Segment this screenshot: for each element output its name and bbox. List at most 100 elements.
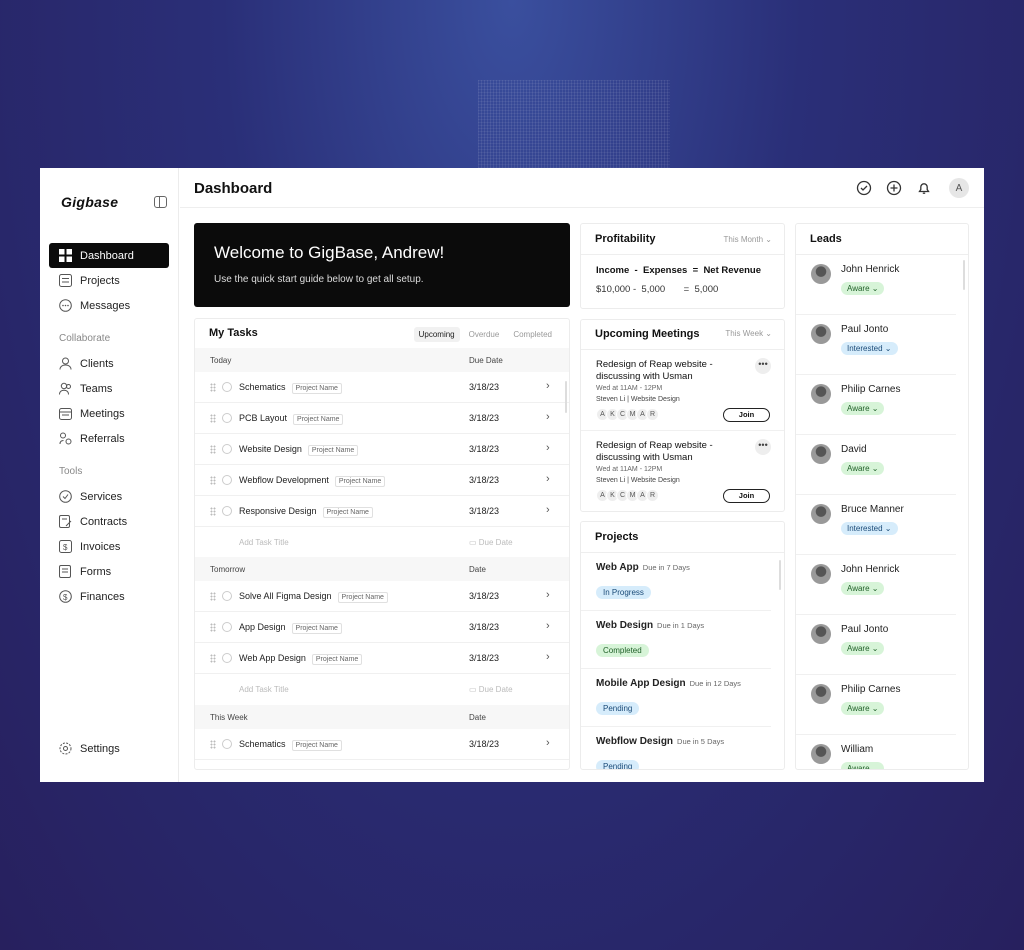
sidebar-item-meetings[interactable]: Meetings <box>49 401 169 426</box>
project-item[interactable]: Web Design Due in 1 Days Completed <box>581 611 771 669</box>
sidebar-item-dashboard[interactable]: Dashboard <box>49 243 169 268</box>
drag-handle-icon[interactable] <box>210 592 216 601</box>
sidebar-item-invoices[interactable]: $ Invoices <box>49 534 169 559</box>
chevron-right-icon[interactable]: › <box>546 411 550 423</box>
task-row[interactable]: Website Design Project Name 3/18/23 › <box>195 434 569 465</box>
lead-status-dropdown[interactable]: Aware ⌄ <box>841 402 885 415</box>
lead-item[interactable]: John Henrick Aware ⌄ <box>796 255 956 315</box>
join-button[interactable]: Join <box>723 489 770 503</box>
drag-handle-icon[interactable] <box>210 740 216 749</box>
project-item[interactable]: Webflow Design Due in 5 Days Pending <box>581 727 771 769</box>
meeting-item: Redesign of Reap website - discussing wi… <box>581 431 784 511</box>
lead-item[interactable]: William Aware ⌄ <box>796 735 956 769</box>
chevron-right-icon[interactable]: › <box>546 442 550 454</box>
lead-status-dropdown[interactable]: Aware ⌄ <box>841 582 885 595</box>
lead-item[interactable]: David Aware ⌄ <box>796 435 956 495</box>
task-checkbox[interactable] <box>222 506 232 516</box>
lead-status-dropdown[interactable]: Aware ⌄ <box>841 282 885 295</box>
lead-item[interactable]: Paul Jonto Interested ⌄ <box>796 315 956 375</box>
scrollbar[interactable] <box>779 560 781 590</box>
project-item[interactable]: Web App Due in 7 Days In Progress <box>581 553 771 611</box>
sidebar-item-settings[interactable]: Settings <box>49 736 169 761</box>
task-row[interactable]: PCB Layout Project Name 3/18/23 › <box>195 403 569 434</box>
drag-handle-icon[interactable] <box>210 476 216 485</box>
chevron-right-icon[interactable]: › <box>546 473 550 485</box>
task-checkbox[interactable] <box>222 622 232 632</box>
task-row[interactable]: Responsive Design Project Name 3/18/23 › <box>195 496 569 527</box>
user-avatar[interactable]: A <box>949 178 969 198</box>
chevron-right-icon[interactable]: › <box>546 651 550 663</box>
task-checkbox[interactable] <box>222 475 232 485</box>
task-checkbox[interactable] <box>222 444 232 454</box>
tab-completed[interactable]: Completed <box>508 327 557 342</box>
section-title-collaborate: Collaborate <box>59 333 111 344</box>
sidebar-item-projects[interactable]: Projects <box>49 268 169 293</box>
lead-status-dropdown[interactable]: Aware ⌄ <box>841 642 885 655</box>
add-task-title[interactable]: Add Task Title <box>239 685 289 694</box>
sidebar-item-referrals[interactable]: Referrals <box>49 426 169 451</box>
check-circle-icon[interactable] <box>856 180 872 196</box>
task-checkbox[interactable] <box>222 413 232 423</box>
scrollbar[interactable] <box>963 260 965 290</box>
meeting-host: Steven Li | Website Design <box>596 396 680 403</box>
drag-handle-icon[interactable] <box>210 445 216 454</box>
task-row[interactable]: Schematics Project Name 3/18/23 › <box>195 372 569 403</box>
drag-handle-icon[interactable] <box>210 623 216 632</box>
welcome-banner: Welcome to GigBase, Andrew! Use the quic… <box>194 223 570 307</box>
add-task-row[interactable]: Add Task Title ▭ Due Date <box>195 674 569 704</box>
project-item[interactable]: Mobile App Design Due in 12 Days Pending <box>581 669 771 727</box>
add-due-date[interactable]: ▭ Due Date <box>469 685 513 694</box>
task-row[interactable]: Solve All Figma Design Project Name 3/18/2… <box>195 581 569 612</box>
range-dropdown[interactable]: This Week ⌄ <box>725 329 772 338</box>
tab-upcoming[interactable]: Upcoming <box>413 327 460 342</box>
add-task-row[interactable]: Add Task Title ▭ Due Date <box>195 527 569 557</box>
task-checkbox[interactable] <box>222 591 232 601</box>
drag-handle-icon[interactable] <box>210 654 216 663</box>
tab-overdue[interactable]: Overdue <box>464 327 505 342</box>
add-icon[interactable] <box>886 180 902 196</box>
lead-item[interactable]: Philip Carnes Aware ⌄ <box>796 675 956 735</box>
task-row[interactable]: App Design Project Name 3/18/23 › <box>195 612 569 643</box>
chevron-right-icon[interactable]: › <box>546 737 550 749</box>
sidebar-item-messages[interactable]: Messages <box>49 293 169 318</box>
add-due-date-label: Due Date <box>478 538 513 547</box>
lead-item[interactable]: Bruce Manner Interested ⌄ <box>796 495 956 555</box>
lead-item[interactable]: Paul Jonto Aware ⌄ <box>796 615 956 675</box>
lead-status-dropdown[interactable]: Aware ⌄ <box>841 762 885 769</box>
drag-handle-icon[interactable] <box>210 414 216 423</box>
lead-item[interactable]: Philip Carnes Aware ⌄ <box>796 375 956 435</box>
lead-item[interactable]: John Henrick Aware ⌄ <box>796 555 956 615</box>
status-badge: Pending <box>596 702 640 715</box>
chevron-right-icon[interactable]: › <box>546 620 550 632</box>
more-options-icon[interactable]: ••• <box>755 358 771 374</box>
lead-status-dropdown[interactable]: Aware ⌄ <box>841 702 885 715</box>
sidebar-item-forms[interactable]: Forms <box>49 559 169 584</box>
sidebar-item-finances[interactable]: $ Finances <box>49 584 169 609</box>
lead-status-dropdown[interactable]: Interested ⌄ <box>841 522 898 535</box>
sidebar-item-contracts[interactable]: Contracts <box>49 509 169 534</box>
sidebar-item-clients[interactable]: Clients <box>49 351 169 376</box>
collapse-sidebar-icon[interactable] <box>154 196 167 208</box>
task-row[interactable]: Web App Design Project Name 3/18/23 › <box>195 643 569 674</box>
bell-icon[interactable] <box>916 180 932 196</box>
chevron-right-icon[interactable]: › <box>546 589 550 601</box>
lead-status-dropdown[interactable]: Aware ⌄ <box>841 462 885 475</box>
add-task-title[interactable]: Add Task Title <box>239 538 289 547</box>
chevron-right-icon[interactable]: › <box>546 504 550 516</box>
sidebar-item-teams[interactable]: Teams <box>49 376 169 401</box>
chevron-right-icon[interactable]: › <box>546 380 550 392</box>
sidebar-item-services[interactable]: Services <box>49 484 169 509</box>
task-checkbox[interactable] <box>222 653 232 663</box>
task-row[interactable]: Schematics Project Name 3/18/23 › <box>195 729 569 760</box>
drag-handle-icon[interactable] <box>210 507 216 516</box>
lead-status-dropdown[interactable]: Interested ⌄ <box>841 342 898 355</box>
task-checkbox[interactable] <box>222 382 232 392</box>
drag-handle-icon[interactable] <box>210 383 216 392</box>
range-dropdown[interactable]: This Month ⌄ <box>723 235 772 244</box>
task-checkbox[interactable] <box>222 739 232 749</box>
join-button[interactable]: Join <box>723 408 770 422</box>
task-row[interactable]: Webflow Development Project Name 3/18/23 › <box>195 465 569 496</box>
scrollbar[interactable] <box>565 381 567 413</box>
add-due-date[interactable]: ▭ Due Date <box>469 538 513 547</box>
more-options-icon[interactable]: ••• <box>755 439 771 455</box>
